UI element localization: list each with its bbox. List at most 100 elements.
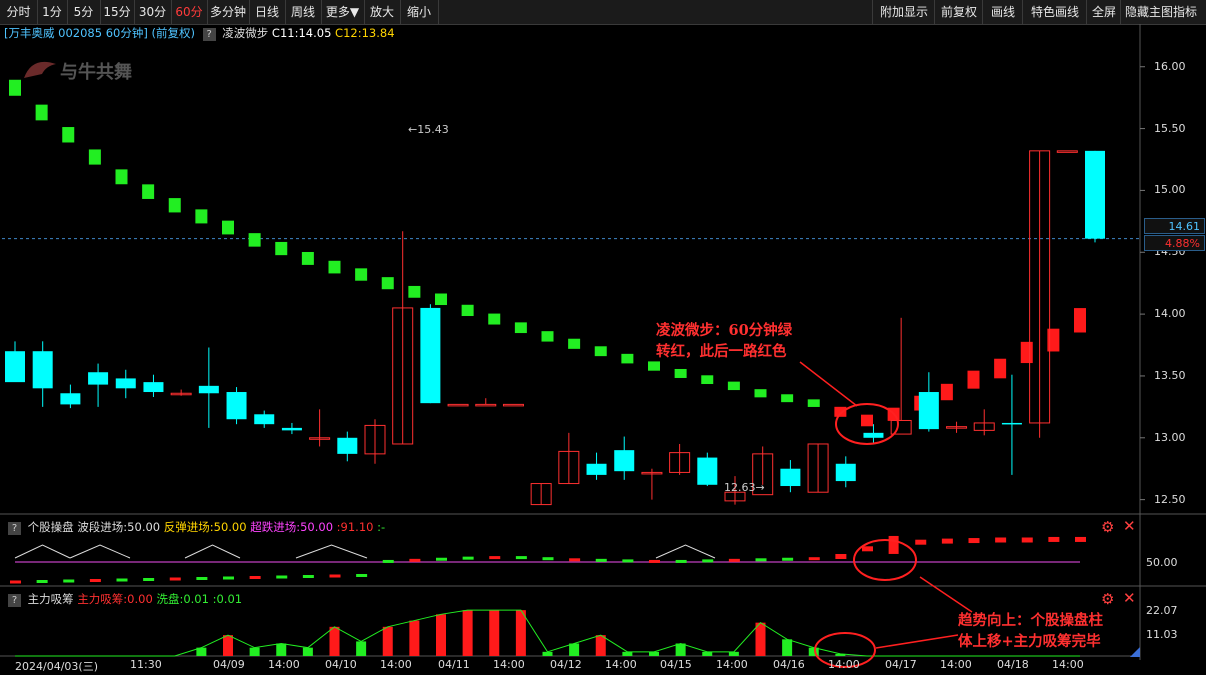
panel2-name[interactable]: 个股操盘	[28, 520, 74, 534]
panel2-close-icon[interactable]: ✕	[1123, 517, 1136, 535]
step-mark-35	[940, 383, 953, 401]
panel2-param3: 超跌进场:50.00	[250, 520, 334, 534]
step-mark-23	[621, 353, 634, 364]
panel2-param2: 反弹进场:50.00	[163, 520, 247, 534]
watermark-bull-icon	[24, 61, 56, 78]
panel2-help-badge[interactable]: ?	[8, 522, 21, 535]
panel3-param2: 洗盘:0.01	[156, 592, 209, 606]
panel2-bar-2	[63, 579, 75, 583]
candle-body-1	[32, 351, 53, 389]
panel3-bar-23	[622, 651, 633, 656]
panel2-bar-6	[169, 577, 181, 581]
panel3-close-icon[interactable]: ✕	[1123, 589, 1136, 607]
step-mark-5	[142, 184, 155, 199]
candle-body-33	[918, 392, 939, 430]
time-tick-10: 04/15	[660, 658, 692, 671]
candle-body-17	[475, 403, 497, 407]
price-tick-2: 15.00	[1154, 183, 1186, 197]
panel3-bar-24	[649, 651, 659, 656]
panel3-bar-26	[702, 651, 713, 656]
panel2-bar-17	[462, 556, 474, 560]
panel2-bar-12	[329, 574, 341, 578]
time-tick-4: 04/10	[325, 658, 357, 671]
step-mark-27	[727, 381, 740, 391]
panel3-bar-11	[302, 647, 313, 656]
panel2-bar-27	[728, 558, 740, 562]
step-mark-24	[648, 361, 660, 371]
panel3-bar-25	[675, 643, 686, 656]
time-tick-12: 04/16	[773, 658, 805, 671]
candle-body-3	[88, 372, 109, 385]
candle-body-7	[198, 385, 219, 394]
panel2-bar-7	[196, 577, 208, 580]
annotation-pointer-2a	[919, 576, 973, 613]
panel2-bar-30	[808, 557, 820, 561]
panel2-bar-10	[276, 575, 288, 579]
step-mark-37	[994, 358, 1007, 379]
time-tick-16: 04/18	[997, 658, 1029, 671]
panel2-bar-36	[968, 538, 980, 544]
step-mark-29	[781, 394, 794, 403]
panel2-arch-4	[655, 544, 716, 559]
annotation-circle-2	[853, 539, 917, 581]
panel2-bar-16	[436, 557, 447, 561]
panel3-line	[15, 609, 1080, 657]
panel2-bar-26	[702, 559, 714, 563]
candle-body-32	[890, 419, 912, 435]
price-tick-1: 15.50	[1154, 121, 1186, 135]
panel2-settings-icon[interactable]: ⚙	[1101, 518, 1114, 536]
panel2-bar-9	[249, 576, 261, 579]
panel3-bar-21	[569, 643, 580, 656]
price-tick-6: 13.00	[1154, 430, 1186, 444]
step-mark-21	[568, 338, 581, 349]
panel2-bar-20	[542, 557, 554, 561]
panel3-bar-13	[356, 641, 367, 656]
panel3-bar-15	[409, 620, 420, 656]
candle-body-39	[1085, 150, 1105, 239]
price-tick-5: 13.50	[1154, 368, 1186, 382]
time-tick-2: 04/09	[213, 658, 245, 671]
step-mark-17	[461, 304, 474, 317]
panel3-bar-9	[249, 647, 260, 656]
panel2-bar-35	[941, 538, 953, 544]
step-mark-28	[754, 389, 767, 398]
panel2-bar-39	[1048, 536, 1060, 542]
time-tick-11: 14:00	[716, 658, 748, 671]
panel2-bar-8	[223, 576, 234, 580]
panel3-axis-mid: 11.03	[1146, 628, 1178, 641]
panel3-bar-29	[782, 639, 793, 656]
panel3-settings-icon[interactable]: ⚙	[1101, 590, 1114, 608]
step-mark-0	[9, 79, 21, 96]
step-mark-32	[861, 414, 873, 427]
candle-body-10	[281, 427, 302, 431]
step-mark-13	[355, 268, 368, 281]
step-mark-8	[222, 220, 234, 235]
panel2-bar-31	[835, 554, 847, 559]
panel2-arch-2	[184, 544, 241, 559]
time-tick-0: 2024/04/03(三)	[15, 660, 98, 673]
panel3-name[interactable]: 主力吸筹	[28, 592, 74, 606]
panel3-bar-16	[436, 614, 446, 656]
panel2-bar-3	[89, 579, 101, 582]
annotation-1-line1: 凌波微步：60分钟绿	[656, 322, 793, 339]
candle-body-15	[420, 307, 441, 404]
panel2-bar-28	[755, 558, 767, 562]
panel2-bar-13	[356, 574, 368, 577]
panel3-header: ? 主力吸筹 主力吸筹:0.00 洗盘:0.01 :0.01	[4, 591, 242, 608]
panel2-axis-label: 50.00	[1146, 556, 1178, 569]
panel3-help-badge[interactable]: ?	[8, 594, 21, 607]
step-mark-6	[168, 198, 181, 213]
panel3-param1: 主力吸筹:0.00	[77, 592, 153, 606]
step-mark-3	[88, 149, 101, 165]
panel2-bar-11	[302, 575, 314, 578]
step-mark-31	[834, 406, 847, 417]
low-price-label: 12.63→	[724, 481, 765, 494]
step-mark-38	[1020, 341, 1033, 364]
step-mark-22	[594, 346, 607, 357]
candle-body-4	[115, 378, 136, 389]
price-tick-0: 16.00	[1154, 59, 1186, 73]
candle-body-2	[60, 393, 81, 405]
panel2-arch-1	[69, 544, 131, 559]
last-price-tag: 14.61	[1144, 218, 1205, 234]
panel3-bar-17	[462, 610, 473, 656]
